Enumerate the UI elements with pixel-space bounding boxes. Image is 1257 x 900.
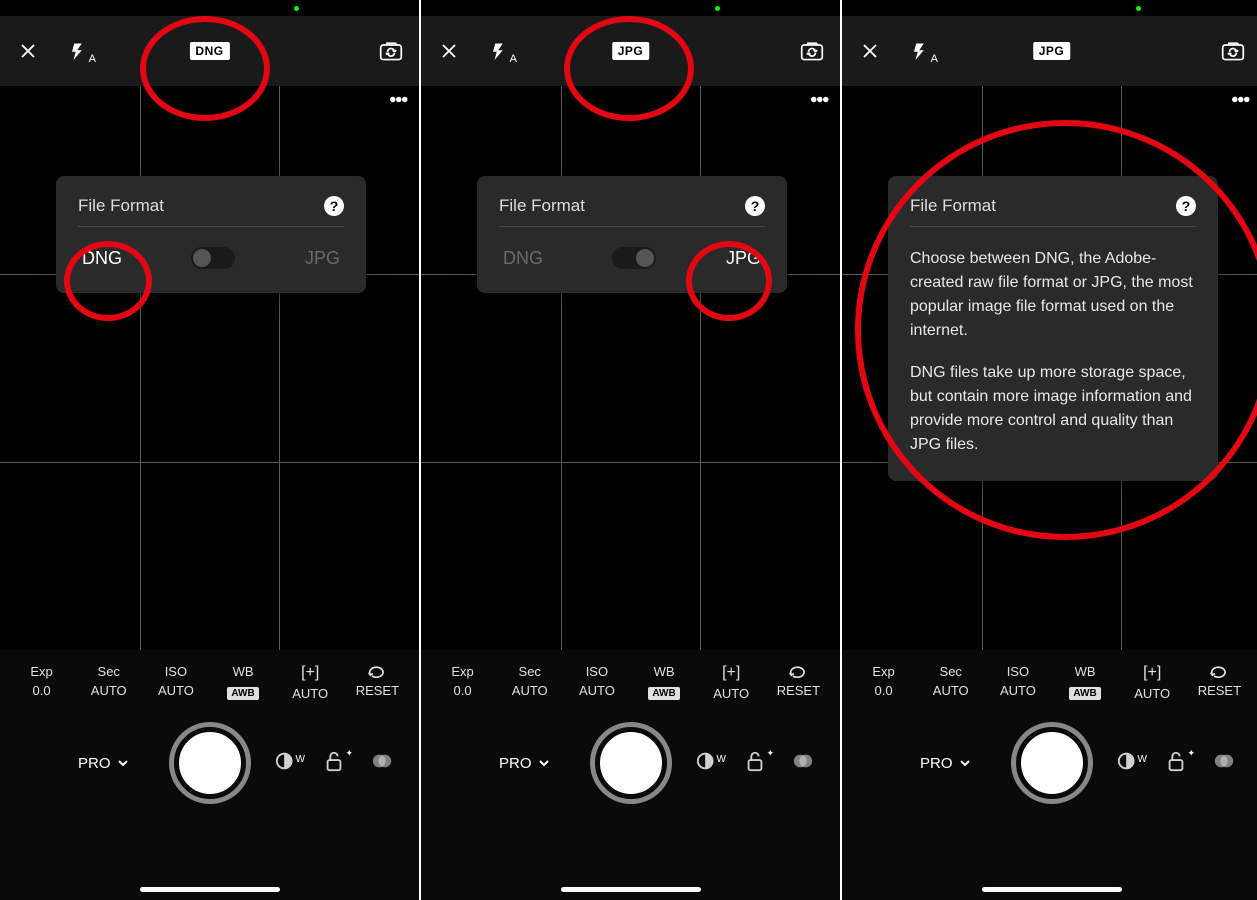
- pro-exposure[interactable]: Exp0.0: [858, 664, 910, 701]
- shutter-button[interactable]: [1016, 727, 1088, 799]
- top-bar: A JPG: [421, 16, 840, 86]
- format-badge[interactable]: JPG: [1033, 42, 1071, 60]
- format-badge[interactable]: JPG: [612, 42, 650, 60]
- flash-icon[interactable]: A: [908, 39, 932, 63]
- format-option-dng[interactable]: DNG: [503, 248, 543, 269]
- lock-icon[interactable]: ✦: [1165, 750, 1187, 777]
- pro-shutter-speed[interactable]: SecAUTO: [83, 664, 135, 701]
- popup-title: File Format: [499, 196, 585, 216]
- format-option-dng[interactable]: DNG: [82, 248, 122, 269]
- pro-reset[interactable]: RESET: [1193, 664, 1245, 701]
- status-dot: [294, 6, 299, 11]
- close-icon[interactable]: [16, 39, 40, 63]
- more-menu-icon[interactable]: •••: [389, 96, 407, 103]
- pro-exposure[interactable]: Exp0.0: [437, 664, 489, 701]
- pro-focus[interactable]: [+]AUTO: [1126, 664, 1178, 701]
- home-indicator[interactable]: [561, 887, 701, 892]
- pro-white-balance[interactable]: WBAWB: [217, 664, 269, 701]
- format-toggle[interactable]: [612, 247, 656, 269]
- viewfinder[interactable]: •••: [421, 86, 840, 650]
- more-menu-icon[interactable]: •••: [1231, 96, 1249, 103]
- mode-selector[interactable]: PRO: [78, 755, 129, 772]
- switch-camera-icon[interactable]: [1221, 39, 1245, 63]
- help-icon[interactable]: ?: [745, 196, 765, 216]
- help-icon[interactable]: ?: [324, 196, 344, 216]
- status-dot: [1136, 6, 1141, 11]
- switch-camera-icon[interactable]: [379, 39, 403, 63]
- flash-icon[interactable]: A: [487, 39, 511, 63]
- chevron-down-icon: [538, 757, 550, 769]
- popup-title: File Format: [910, 196, 996, 216]
- pro-exposure[interactable]: Exp0.0: [16, 664, 68, 701]
- pro-controls-row: Exp0.0 SecAUTO ISOAUTO WBAWB [+]AUTO RES…: [842, 650, 1257, 701]
- flash-mode-label: A: [510, 53, 517, 65]
- viewfinder[interactable]: •••: [0, 86, 419, 650]
- switch-camera-icon[interactable]: [800, 39, 824, 63]
- flash-mode-label: A: [89, 53, 96, 65]
- overlay-icon[interactable]: [1213, 750, 1235, 777]
- pro-iso[interactable]: ISOAUTO: [992, 664, 1044, 701]
- format-badge[interactable]: DNG: [189, 42, 229, 60]
- lock-icon[interactable]: ✦: [744, 750, 766, 777]
- overlay-icon[interactable]: [371, 750, 393, 777]
- pro-controls-row: Exp0.0 SecAUTO ISOAUTO WBAWB [+]AUTO RES…: [0, 650, 419, 701]
- status-bar: [421, 0, 840, 16]
- status-dot: [715, 6, 720, 11]
- top-bar: A JPG: [842, 16, 1257, 86]
- format-option-jpg[interactable]: JPG: [726, 248, 761, 269]
- pro-shutter-speed[interactable]: SecAUTO: [504, 664, 556, 701]
- pro-reset[interactable]: RESET: [772, 664, 824, 701]
- mode-selector[interactable]: PRO: [499, 755, 550, 772]
- help-icon[interactable]: ?: [1176, 196, 1196, 216]
- bottom-panel: Exp0.0 SecAUTO ISOAUTO WBAWB [+]AUTO RES…: [842, 650, 1257, 900]
- popup-title: File Format: [78, 196, 164, 216]
- bottom-panel: Exp0.0 SecAUTO ISOAUTO WBAWB [+]AUTO RES…: [421, 650, 840, 900]
- pro-focus[interactable]: [+]AUTO: [284, 664, 336, 701]
- status-bar: [0, 0, 419, 16]
- pro-iso[interactable]: ISOAUTO: [150, 664, 202, 701]
- lens-selector[interactable]: W: [696, 750, 718, 777]
- home-indicator[interactable]: [982, 887, 1122, 892]
- lens-selector[interactable]: W: [1117, 750, 1139, 777]
- popup-help-text: Choose between DNG, the Adobe-created ra…: [910, 247, 1196, 457]
- file-format-help-popup: File Format ? Choose between DNG, the Ad…: [888, 176, 1218, 481]
- overlay-icon[interactable]: [792, 750, 814, 777]
- file-format-popup: File Format ? DNG JPG: [56, 176, 366, 293]
- shutter-button[interactable]: [174, 727, 246, 799]
- home-indicator[interactable]: [140, 887, 280, 892]
- file-format-popup: File Format ? DNG JPG: [477, 176, 787, 293]
- close-icon[interactable]: [858, 39, 882, 63]
- flash-mode-label: A: [931, 53, 938, 65]
- bottom-panel: Exp0.0 SecAUTO ISOAUTO WBAWB [+]AUTO RES…: [0, 650, 419, 900]
- format-toggle[interactable]: [191, 247, 235, 269]
- pro-controls-row: Exp0.0 SecAUTO ISOAUTO WBAWB [+]AUTO RES…: [421, 650, 840, 701]
- pro-focus[interactable]: [+]AUTO: [705, 664, 757, 701]
- format-option-jpg[interactable]: JPG: [305, 248, 340, 269]
- lock-icon[interactable]: ✦: [323, 750, 345, 777]
- pro-reset[interactable]: RESET: [351, 664, 403, 701]
- chevron-down-icon: [959, 757, 971, 769]
- pro-white-balance[interactable]: WBAWB: [1059, 664, 1111, 701]
- pro-shutter-speed[interactable]: SecAUTO: [925, 664, 977, 701]
- lens-selector[interactable]: W: [275, 750, 297, 777]
- pro-iso[interactable]: ISOAUTO: [571, 664, 623, 701]
- pro-white-balance[interactable]: WBAWB: [638, 664, 690, 701]
- shutter-button[interactable]: [595, 727, 667, 799]
- top-bar: A DNG: [0, 16, 419, 86]
- more-menu-icon[interactable]: •••: [810, 96, 828, 103]
- flash-icon[interactable]: A: [66, 39, 90, 63]
- camera-screen-1: A DNG ••• File Format ? DNG JPG Exp0.0 S…: [0, 0, 419, 900]
- status-bar: [842, 0, 1257, 16]
- camera-screen-3: A JPG ••• File Format ? Choose between D…: [842, 0, 1257, 900]
- close-icon[interactable]: [437, 39, 461, 63]
- mode-selector[interactable]: PRO: [920, 755, 971, 772]
- camera-screen-2: A JPG ••• File Format ? DNG JPG Exp0.0 S…: [421, 0, 840, 900]
- chevron-down-icon: [117, 757, 129, 769]
